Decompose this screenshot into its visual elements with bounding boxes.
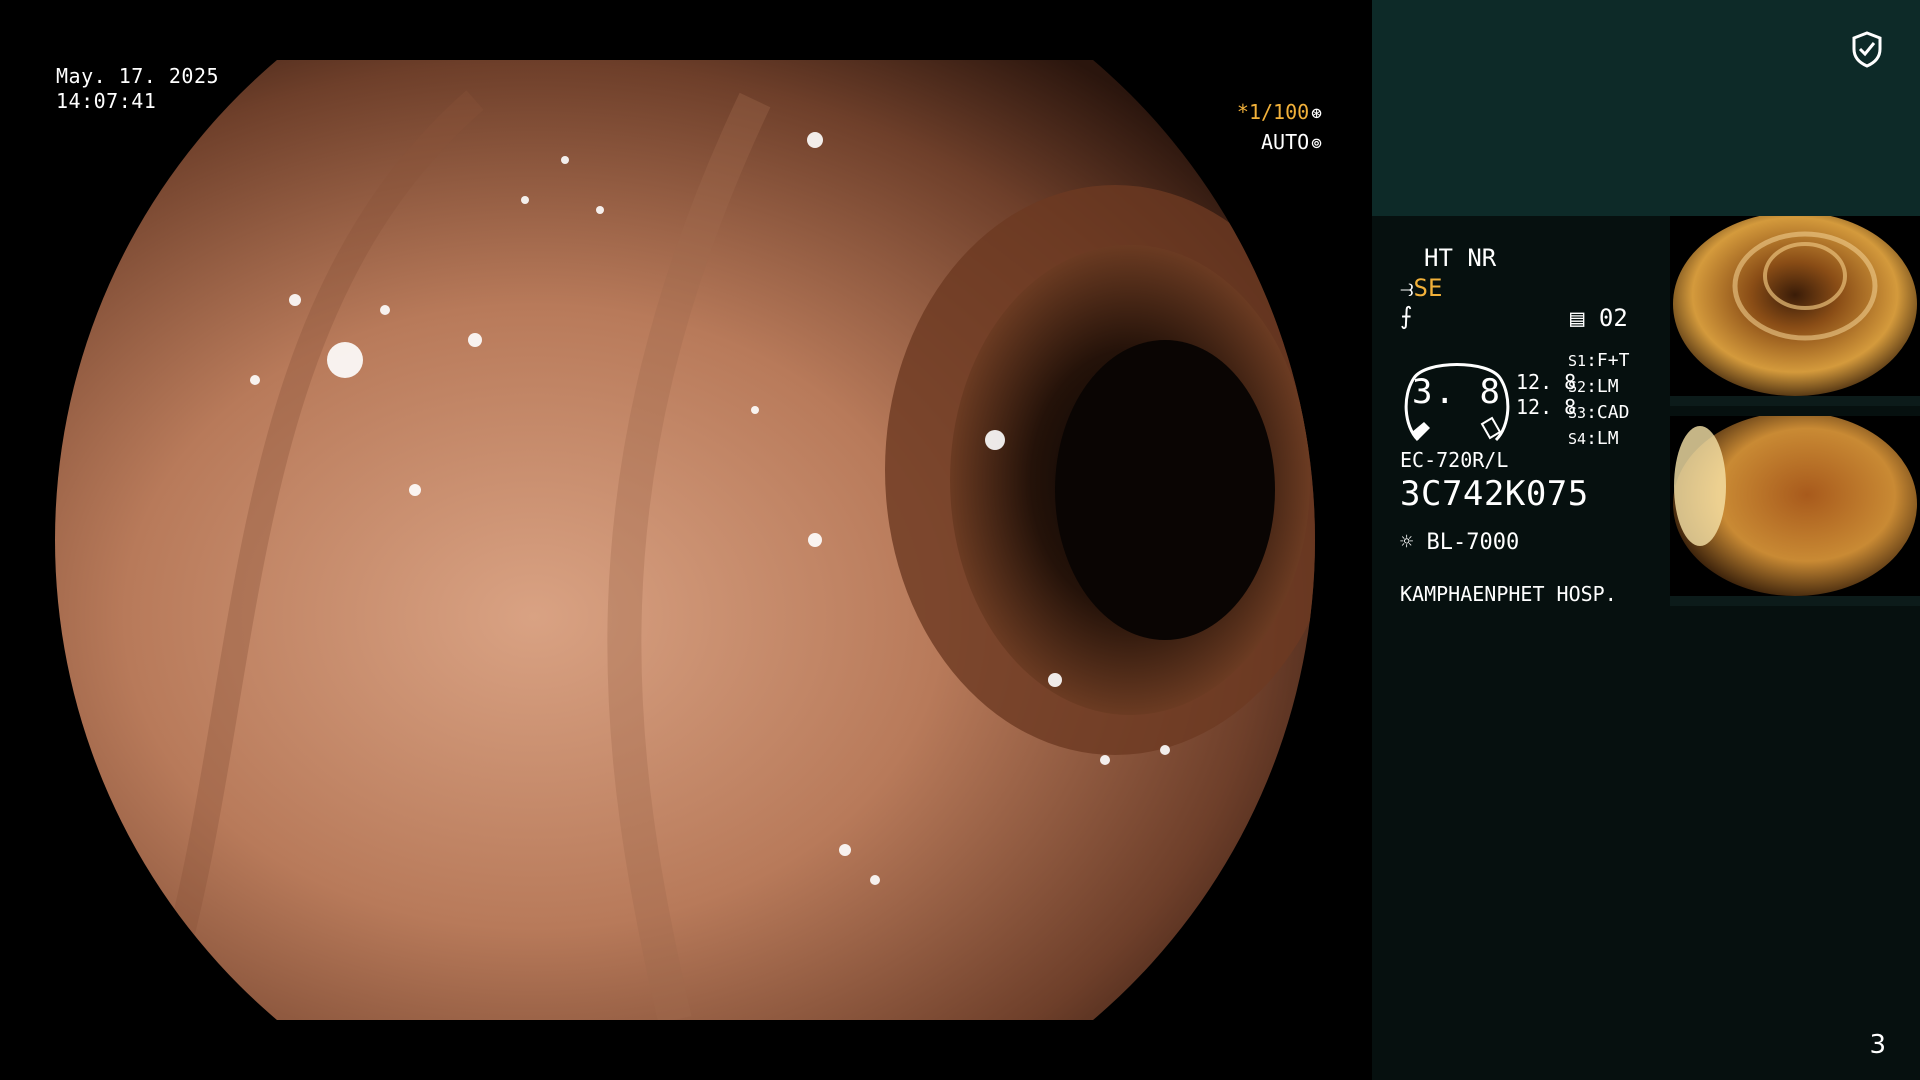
switch-row: S3:CAD (1568, 402, 1630, 423)
mode-label: HT NR (1424, 244, 1497, 272)
switch-value: CAD (1596, 402, 1630, 423)
side-panel: HT NR ⥽SE ⨍ ▤ 02 3. 8 12. 8 12. 8 S1:F+T… (1372, 0, 1920, 1080)
switch-row: S1:F+T (1568, 350, 1630, 371)
light-source: BL-7000 (1426, 530, 1520, 555)
hospital-name: KAMPHAENPHET HOSP. (1400, 582, 1617, 606)
lamp-icon: ☼ (1400, 530, 1414, 555)
scope-model: EC-720R/L (1400, 448, 1509, 472)
side-panel-header (1372, 0, 1920, 216)
switch-list: S1:F+T S2:LM S3:CAD S4:LM (1568, 348, 1629, 452)
date-text: May. 17. 2025 (56, 64, 220, 88)
exposure-mode: AUTO (1260, 130, 1310, 154)
time-text: 14:07:41 (56, 89, 157, 113)
switch-key: S2 (1568, 378, 1587, 396)
shutter-icon: ⊛ (1311, 103, 1322, 124)
captured-thumbnail[interactable] (1670, 216, 1920, 406)
switch-row: S4:LM (1568, 428, 1619, 449)
freeze-icon: ⨍ (1400, 302, 1413, 330)
shield-check-icon (1852, 31, 1882, 68)
page-number: 3 (1869, 1030, 1886, 1060)
switch-key: S3 (1568, 404, 1587, 422)
memory-row: ▤ 02 (1570, 304, 1628, 332)
switch-row: S2:LM (1568, 376, 1619, 397)
thumbnail-caption-bar (1670, 396, 1920, 406)
gauge-value: 3. 8 (1412, 372, 1502, 412)
thumbnail-caption-bar (1670, 596, 1920, 606)
endoscope-viewport: May. 17. 2025 14:07:41 *1/100 ⊛ AUTO ⊚ (0, 0, 1372, 1080)
switch-value: LM (1596, 428, 1619, 449)
date-time-overlay: May. 17. 2025 14:07:41 (56, 64, 219, 114)
scope-tip-icon: ⥽ (1400, 274, 1414, 302)
shutter-info: *1/100 ⊛ AUTO ⊚ (1237, 98, 1322, 158)
enhance-row: ⥽SE (1400, 274, 1442, 302)
endoscopic-image (55, 60, 1315, 1020)
enhance-label: SE (1413, 274, 1443, 302)
memory-label: 02 (1598, 304, 1628, 332)
scope-serial: 3C742K075 (1400, 474, 1589, 514)
thumbnail-image (1673, 416, 1917, 596)
switch-value: LM (1596, 376, 1619, 397)
aperture-icon: ⊚ (1311, 133, 1322, 154)
thumbnail-image (1673, 216, 1917, 396)
shutter-speed: *1/100 (1236, 100, 1310, 124)
memory-icon: ▤ (1570, 304, 1585, 332)
light-source-row: ☼ BL-7000 (1400, 530, 1519, 555)
captured-thumbnail[interactable] (1670, 416, 1920, 606)
switch-value: F+T (1596, 350, 1630, 371)
switch-key: S1 (1568, 352, 1587, 370)
switch-key: S4 (1568, 430, 1587, 448)
